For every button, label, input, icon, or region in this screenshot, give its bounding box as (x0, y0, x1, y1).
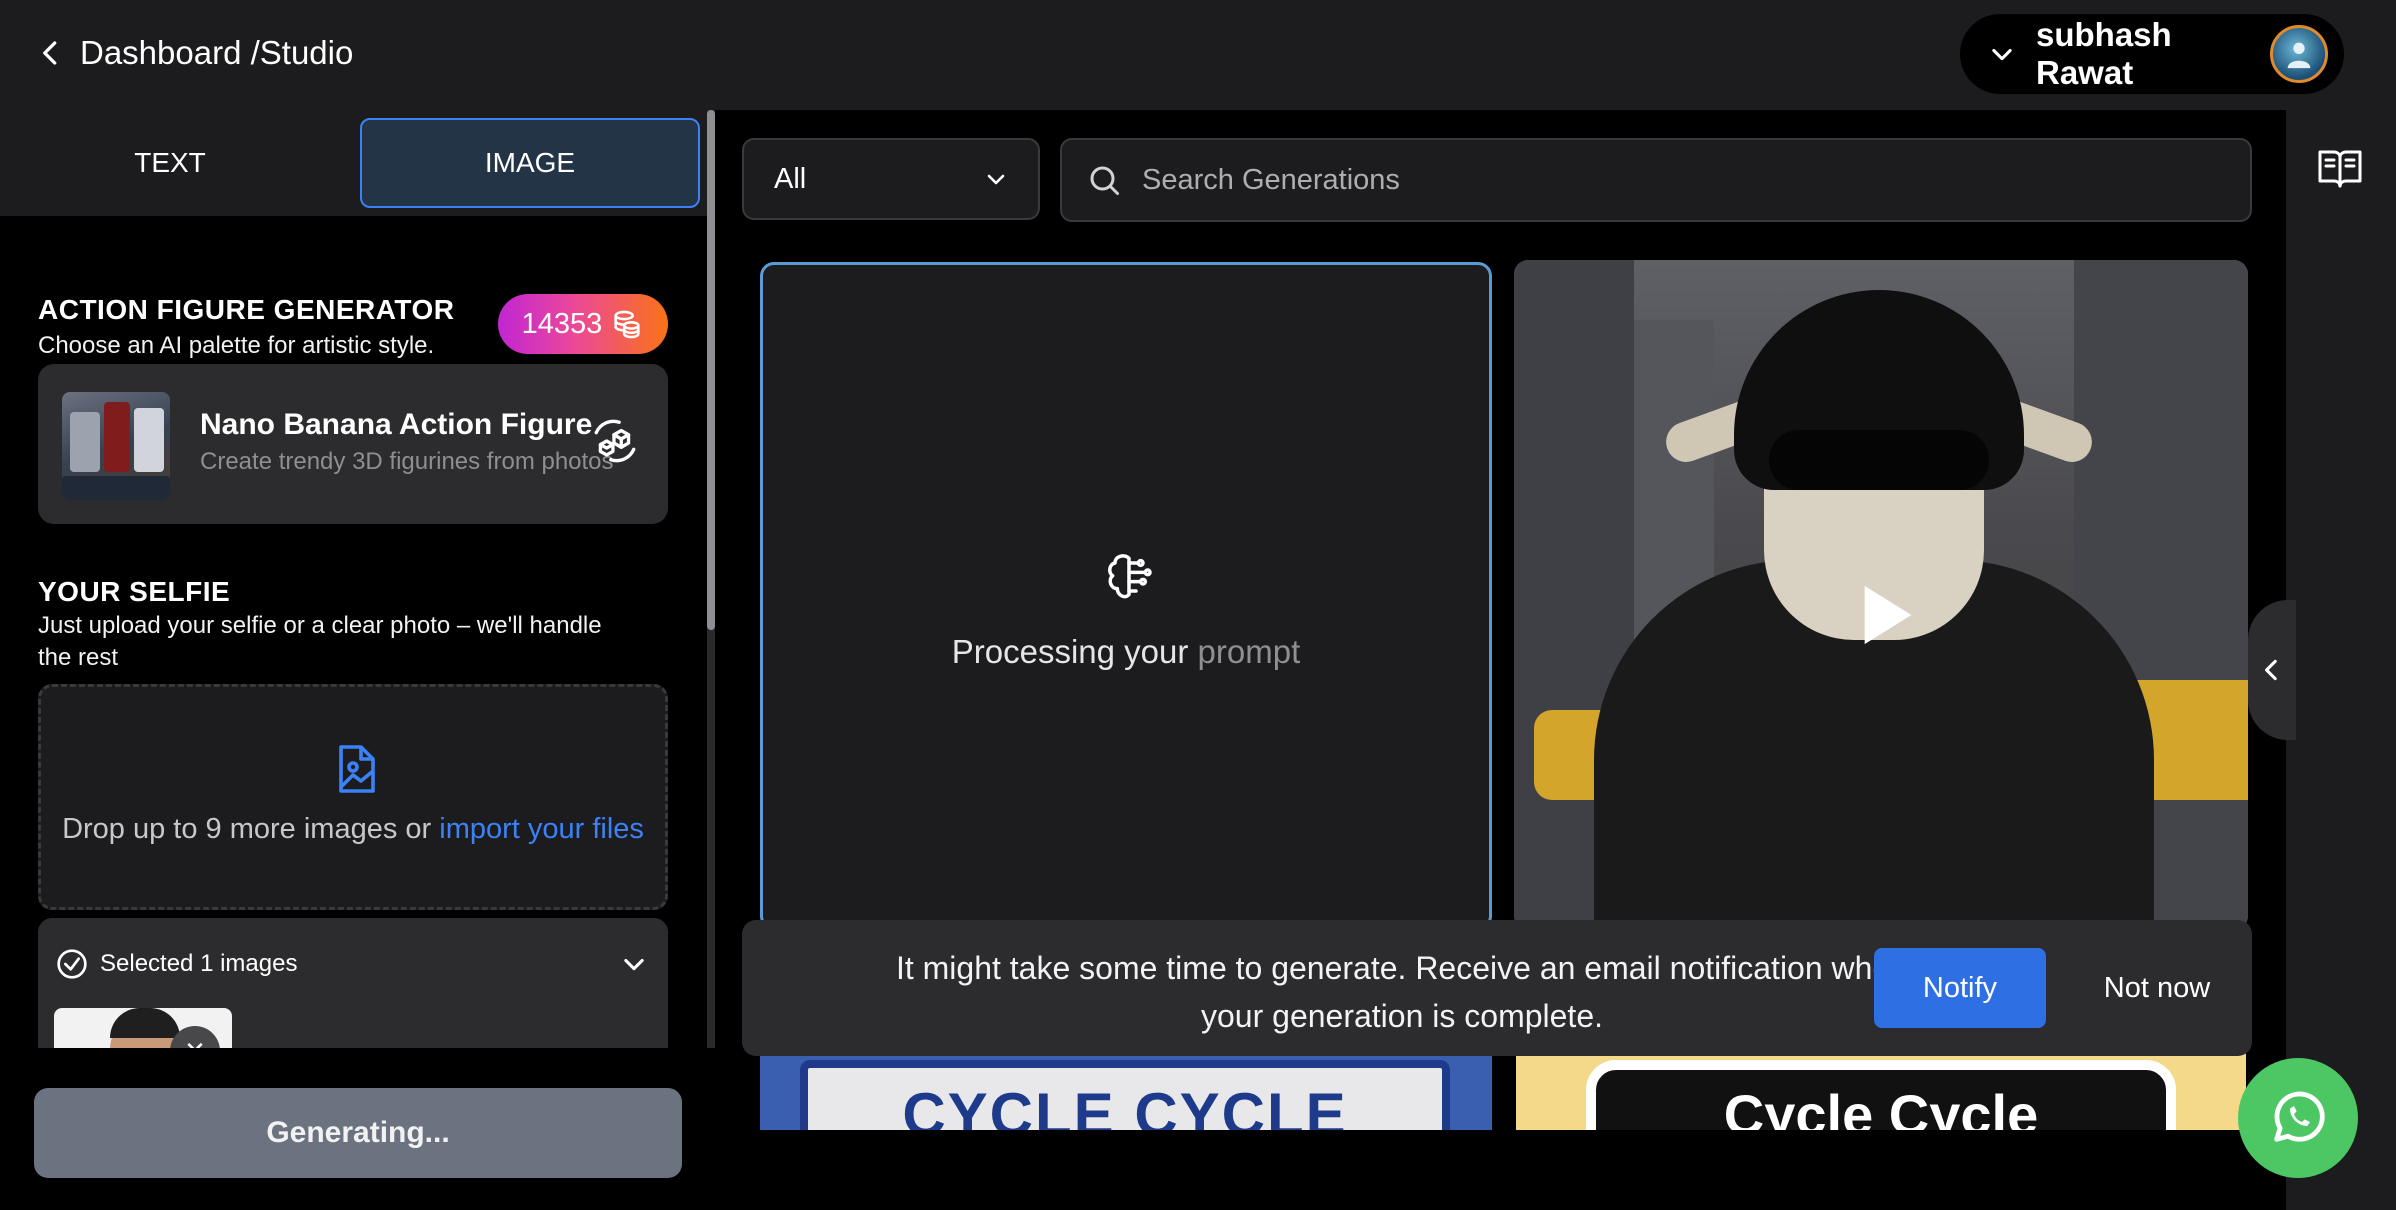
processing-message: Processing your prompt (763, 633, 1489, 671)
selfie-subtitle-line2: the rest (38, 644, 119, 671)
processing-text-fade: prompt (1197, 633, 1301, 670)
sunglasses (1769, 430, 1989, 490)
tab-text[interactable]: TEXT (0, 118, 340, 208)
filter-value: All (774, 162, 807, 195)
brain-icon (1108, 554, 1152, 599)
filter-select[interactable]: All (742, 138, 1040, 220)
thumbnail-text-left: CYCLE CYCLE (800, 1060, 1450, 1130)
search-bar (1060, 138, 2252, 222)
whatsapp-icon (2274, 1091, 2325, 1142)
thumbnail-cycle-left[interactable]: CYCLE CYCLE (760, 1050, 1492, 1130)
chevron-down-icon (1992, 48, 2012, 61)
right-rail (2286, 110, 2396, 1210)
user-menu[interactable]: subhash Rawat (1960, 14, 2344, 94)
dropzone-label: Drop up to 9 more images or (62, 813, 440, 845)
image-file-icon (339, 745, 375, 793)
model-card[interactable]: Nano Banana Action Figure Create trendy … (38, 364, 668, 524)
import-files-link[interactable]: import your files (439, 813, 644, 845)
user-name: subhash Rawat (2036, 16, 2172, 91)
notify-button[interactable]: Notify (1874, 948, 2046, 1028)
chevron-down-icon (987, 174, 1005, 185)
avatar[interactable] (2270, 25, 2328, 83)
toast-message-line2: your generation is complete. (1201, 998, 1603, 1034)
generate-button[interactable]: Generating... (34, 1088, 682, 1178)
selected-header[interactable]: Selected 1 images (56, 948, 297, 980)
credits-count: 14353 (521, 307, 603, 340)
breadcrumb: Dashboard /Studio (80, 34, 354, 71)
generator-title: ACTION FIGURE GENERATOR (38, 294, 455, 325)
scrollbar-thumb[interactable] (707, 110, 715, 630)
selfie-hair (110, 1008, 180, 1038)
play-icon[interactable] (1858, 580, 1918, 650)
thumbnail-cycle-right[interactable]: Cycle Cycle (1516, 1050, 2246, 1130)
not-now-button[interactable]: Not now (2082, 948, 2232, 1028)
selected-count: Selected 1 images (100, 950, 298, 977)
tab-image[interactable]: IMAGE (360, 118, 700, 208)
upload-dropzone[interactable]: Drop up to 9 more images or import your … (38, 684, 668, 910)
selfie-title: YOUR SELFIE (38, 576, 231, 607)
collapse-panel-button[interactable] (2248, 600, 2296, 740)
top-bar: Dashboard /Studio subhash Rawat (0, 0, 2396, 110)
toast-message-line1: It might take some time to generate. Rec… (895, 950, 1909, 986)
selfie-subtitle-line1: Just upload your selfie or a clear photo… (38, 612, 602, 639)
chevron-left-icon (2265, 659, 2277, 681)
toast-message: It might take some time to generate. Rec… (762, 944, 2042, 1040)
video-card[interactable] (1514, 260, 2248, 930)
mode-tabs: TEXT IMAGE (0, 110, 708, 216)
search-input[interactable] (1142, 163, 2226, 197)
model-name: Nano Banana Action Figure (200, 408, 593, 441)
notification-toast: It might take some time to generate. Rec… (742, 920, 2252, 1056)
search-icon (1090, 166, 1119, 195)
processing-card[interactable]: Processing your prompt (760, 262, 1492, 930)
back-breadcrumb[interactable]: Dashboard /Studio (36, 34, 353, 72)
generator-subtitle: Choose an AI palette for artistic style. (38, 332, 435, 359)
chevron-down-icon[interactable] (620, 950, 648, 978)
model-description: Create trendy 3D figurines from photos (200, 448, 614, 475)
model-thumbnail (62, 392, 170, 500)
check-circle-icon (57, 949, 87, 979)
processing-text: Processing your (951, 633, 1198, 670)
dropzone-text: Drop up to 9 more images or import your … (41, 813, 665, 846)
cube-refresh-icon[interactable] (590, 416, 640, 466)
whatsapp-button[interactable] (2238, 1058, 2358, 1178)
book-icon[interactable] (2316, 144, 2364, 192)
credits-badge[interactable]: 14353 (498, 294, 668, 354)
chevron-left-icon (43, 41, 57, 65)
coins-icon (614, 310, 640, 339)
thumbnail-text-right: Cycle Cycle (1586, 1060, 2176, 1130)
